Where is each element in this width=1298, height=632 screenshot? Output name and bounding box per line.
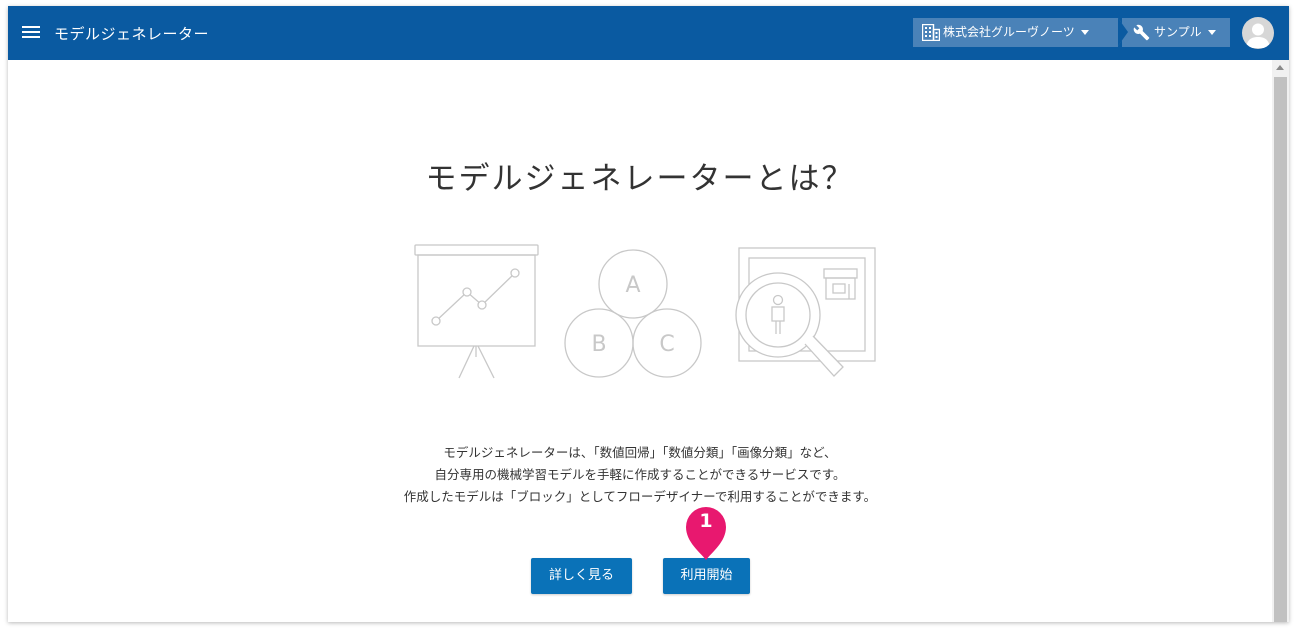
scroll-up-arrow-icon[interactable]	[1276, 65, 1284, 70]
project-name: サンプル	[1154, 25, 1202, 39]
organization-name: 株式会社グルーヴノーツ	[943, 25, 1075, 39]
description-line: 作成したモデルは「ブロック」としてフローデザイナーで利用することができます。	[403, 489, 877, 504]
feature-illustrations: A B C	[414, 244, 876, 379]
top-bar: モデルジェネレーター 株式会社グルーヴノーツ サンプル	[8, 6, 1289, 60]
app-title: モデルジェネレーター	[54, 25, 210, 43]
user-avatar-icon[interactable]	[1242, 17, 1274, 49]
person-silhouette-icon	[1246, 23, 1270, 48]
vertical-scrollbar[interactable]	[1272, 60, 1289, 622]
start-button[interactable]: 利用開始	[663, 558, 750, 594]
wrench-icon	[1133, 24, 1150, 41]
project-selector[interactable]: サンプル	[1118, 18, 1230, 47]
abc-classification-icon: A B C	[564, 249, 702, 378]
hamburger-menu-icon[interactable]	[22, 23, 40, 43]
scrollbar-thumb[interactable]	[1274, 77, 1287, 622]
description-line: モデルジェネレーターは、「数値回帰」「数値分類」「画像分類」など、	[443, 445, 837, 460]
chevron-down-icon	[1080, 30, 1089, 35]
chevron-down-icon	[1207, 30, 1216, 35]
step-marker: 1	[683, 502, 729, 562]
circle-letter-b: B	[591, 332, 606, 357]
circle-letter-a: A	[625, 273, 640, 298]
circle-letter-c: C	[659, 332, 674, 357]
building-icon	[922, 24, 940, 41]
image-search-icon	[735, 247, 876, 377]
organization-selector[interactable]: 株式会社グルーヴノーツ	[913, 18, 1128, 47]
step-number: 1	[699, 510, 713, 532]
app-window: モデルジェネレーター 株式会社グルーヴノーツ サンプル モデルジェネレーターとは…	[8, 6, 1289, 622]
details-button[interactable]: 詳しく見る	[531, 558, 632, 594]
description-line: 自分専用の機械学習モデルを手軽に作成することができるサービスです。	[434, 467, 846, 482]
presentation-chart-icon	[414, 244, 539, 379]
page-title: モデルジェネレーターとは？	[425, 161, 855, 197]
description: モデルジェネレーターは、「数値回帰」「数値分類」「画像分類」など、 自分専用の機…	[8, 442, 1272, 508]
